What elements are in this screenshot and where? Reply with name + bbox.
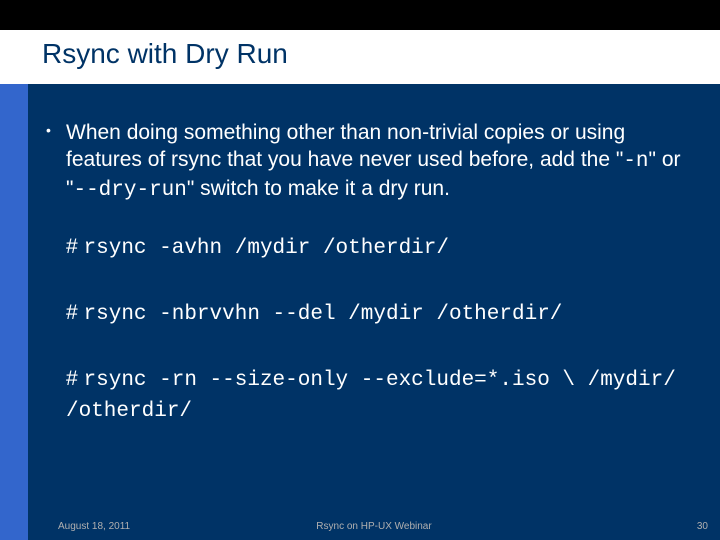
command-example-2: # rsync -nbrvvhn --del /mydir /otherdir/ — [28, 299, 720, 329]
command-example-3: # rsync -rn --size-only --exclude=*.iso … — [28, 365, 720, 426]
flag-n: -n — [623, 150, 648, 173]
bullet-item: When doing something other than non-triv… — [28, 120, 720, 205]
command-text: rsync -avhn /mydir /otherdir/ — [84, 237, 449, 260]
flag-dry-run: --dry-run — [73, 179, 186, 202]
hash-prompt: # — [66, 235, 84, 258]
title-block: Rsync with Dry Run — [0, 30, 720, 84]
footer-page-number: 30 — [697, 521, 708, 532]
footer-title: Rsync on HP-UX Webinar — [28, 521, 720, 532]
command-text: rsync -rn --size-only --exclude=*.iso \ … — [66, 369, 676, 422]
hash-prompt: # — [66, 301, 84, 324]
bullet-pre: When doing something other than non-triv… — [66, 121, 625, 171]
command-text: rsync -nbrvvhn --del /mydir /otherdir/ — [84, 303, 563, 326]
footer: August 18, 2011 Rsync on HP-UX Webinar 3… — [28, 514, 720, 540]
slide-title: Rsync with Dry Run — [42, 38, 288, 70]
bullet-post: " switch to make it a dry run. — [187, 177, 450, 200]
command-example-1: # rsync -avhn /mydir /otherdir/ — [28, 233, 720, 263]
top-bar — [0, 0, 720, 30]
slide: Rsync with Dry Run When doing something … — [0, 0, 720, 540]
bullet-text: When doing something other than non-triv… — [66, 121, 681, 200]
content-area: When doing something other than non-triv… — [28, 84, 720, 514]
left-accent-bar — [0, 84, 28, 540]
hash-prompt: # — [66, 367, 84, 390]
